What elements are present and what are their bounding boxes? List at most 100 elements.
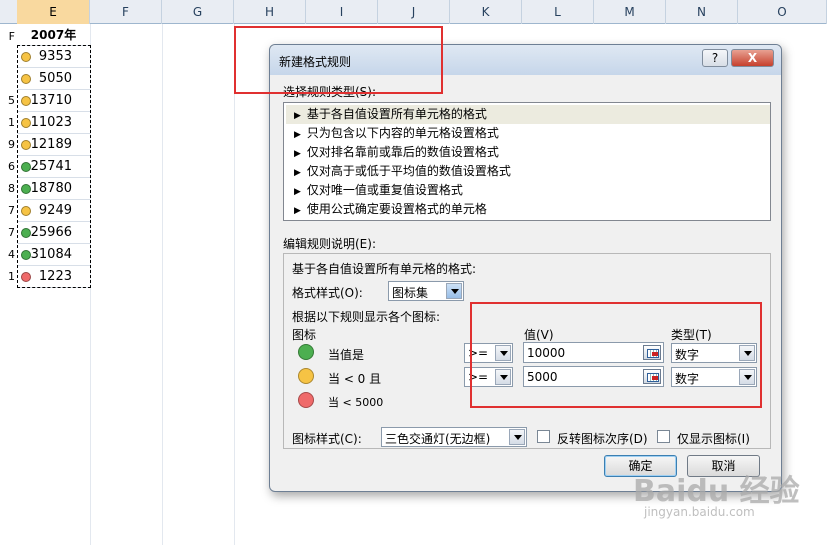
dialog-titlebar[interactable]: 新建格式规则 ? X: [270, 45, 781, 75]
cell-value: 25966: [30, 225, 72, 240]
column-header-l[interactable]: L: [522, 0, 594, 24]
rule-type-text: 仅对唯一值或重复值设置格式: [306, 183, 463, 197]
operator-select[interactable]: >=: [464, 343, 513, 363]
green-light-icon: [21, 228, 31, 238]
table-cell[interactable]: 11023: [17, 112, 90, 134]
table-cell[interactable]: 9353: [17, 46, 90, 68]
value-text: 10000: [527, 346, 566, 360]
format-style-select[interactable]: 图标集: [388, 281, 464, 301]
rule-type-text: 只为包含以下内容的单元格设置格式: [306, 126, 499, 140]
rule-type-item[interactable]: ▶ 仅对排名靠前或靠后的数值设置格式: [286, 143, 770, 162]
rule-type-item[interactable]: ▶ 基于各自值设置所有单元格的格式: [286, 105, 770, 124]
table-cell[interactable]: 13710: [17, 90, 90, 112]
cell-value: 13710: [30, 93, 72, 108]
red-light-icon: [21, 272, 31, 282]
triangle-right-icon: ▶: [294, 149, 301, 159]
rule-type-text: 仅对排名靠前或靠后的数值设置格式: [306, 145, 499, 159]
chevron-down-icon: [509, 429, 525, 445]
rule-type-text: 仅对高于或低于平均值的数值设置格式: [306, 164, 511, 178]
table-cell[interactable]: 25966: [17, 222, 90, 244]
rule-type-item[interactable]: ▶ 只为包含以下内容的单元格设置格式: [286, 124, 770, 143]
table-cell[interactable]: 5050: [17, 68, 90, 90]
rule-type-text: 使用公式确定要设置格式的单元格: [306, 202, 487, 216]
row-stub: 7: [8, 204, 15, 217]
rule-type-item[interactable]: ▶ 仅对唯一值或重复值设置格式: [286, 181, 770, 200]
column-header-g[interactable]: G: [162, 0, 234, 24]
grid-line: [234, 24, 235, 545]
rule-type-list[interactable]: ▶ 基于各自值设置所有单元格的格式 ▶ 只为包含以下内容的单元格设置格式 ▶ 仅对排名…: [283, 102, 771, 221]
table-cell[interactable]: 25741: [17, 156, 90, 178]
chevron-down-icon: [446, 283, 462, 299]
triangle-right-icon: ▶: [294, 168, 301, 178]
row-stub: 7: [8, 226, 15, 239]
value-input[interactable]: 5000: [523, 366, 664, 387]
column-header-k[interactable]: K: [450, 0, 522, 24]
baidu-watermark: Baidu 经验: [633, 474, 800, 509]
cell-header-2007[interactable]: 2007年: [17, 24, 90, 46]
show-icon-only-checkbox[interactable]: [657, 430, 670, 443]
format-style-label: 格式样式(O):: [292, 286, 363, 300]
column-header-h[interactable]: H: [234, 0, 306, 24]
red-light-icon[interactable]: [298, 392, 314, 408]
table-cell[interactable]: 9249: [17, 200, 90, 222]
row-stub: 1: [8, 116, 15, 129]
green-light-icon[interactable]: [298, 344, 314, 360]
triangle-right-icon: ▶: [294, 187, 301, 197]
range-picker-icon[interactable]: [643, 369, 661, 384]
cell-value: 9249: [38, 203, 72, 218]
new-format-rule-dialog: 新建格式规则 ? X 选择规则类型(S): ▶ 基于各自值设置所有单元格的格式 ▶…: [269, 44, 782, 492]
triangle-right-icon: ▶: [294, 206, 301, 216]
operator-select[interactable]: >=: [464, 367, 513, 387]
triangle-right-icon: ▶: [294, 111, 301, 121]
row-stub: 8: [8, 182, 15, 195]
type-select[interactable]: 数字: [671, 343, 757, 363]
cell-value: 25741: [30, 159, 72, 174]
rule-type-item[interactable]: ▶ 仅对高于或低于平均值的数值设置格式: [286, 162, 770, 181]
type-value: 数字: [675, 372, 700, 386]
edit-rule-label: 编辑规则说明(E):: [283, 237, 376, 251]
range-picker-icon[interactable]: [643, 345, 661, 360]
table-cell[interactable]: 1223: [17, 266, 90, 288]
reverse-order-label: 反转图标次序(D): [557, 432, 648, 446]
condition-text: 当值是: [328, 348, 365, 362]
description-title: 基于各自值设置所有单元格的格式:: [292, 262, 477, 276]
condition-text: 当 < 0 且: [328, 372, 382, 386]
column-header-f[interactable]: F: [90, 0, 162, 24]
green-light-icon: [21, 250, 31, 260]
row-stub: 4: [8, 248, 15, 261]
yellow-light-icon: [21, 140, 31, 150]
chevron-down-icon: [495, 369, 511, 385]
row-stub: 9: [8, 138, 15, 151]
value-input[interactable]: 10000: [523, 342, 664, 363]
row-stub: [0, 46, 17, 68]
column-header-i[interactable]: I: [306, 0, 378, 24]
operator-value: >=: [468, 346, 489, 360]
column-header-m[interactable]: M: [594, 0, 666, 24]
column-header-o[interactable]: O: [738, 0, 827, 24]
type-select[interactable]: 数字: [671, 367, 757, 387]
column-header-n[interactable]: N: [666, 0, 738, 24]
yellow-light-icon[interactable]: [298, 368, 314, 384]
table-cell[interactable]: 12189: [17, 134, 90, 156]
rule-description-panel: 基于各自值设置所有单元格的格式: 格式样式(O): 图标集 根据以下规则显示各个…: [283, 253, 771, 449]
row-stub: 6: [8, 160, 15, 173]
grid-line: [162, 24, 163, 545]
column-header-e[interactable]: E: [17, 0, 90, 24]
row-stub: 5: [8, 94, 15, 107]
help-button[interactable]: ?: [702, 49, 728, 67]
table-cell[interactable]: 31084: [17, 244, 90, 266]
close-button[interactable]: X: [731, 49, 774, 67]
icon-style-label: 图标样式(C):: [292, 432, 362, 446]
yellow-light-icon: [21, 118, 31, 128]
yellow-light-icon: [21, 74, 31, 84]
condition-text: 当 < 5000: [328, 396, 384, 409]
table-cell[interactable]: 18780: [17, 178, 90, 200]
reverse-order-checkbox[interactable]: [537, 430, 550, 443]
chevron-down-icon: [739, 345, 755, 361]
icon-style-select[interactable]: 三色交通灯(无边框): [381, 427, 527, 447]
baidu-watermark-url: jingyan.baidu.com: [644, 505, 755, 519]
value-column-label: 值(V): [524, 328, 554, 342]
rule-type-item[interactable]: ▶ 使用公式确定要设置格式的单元格: [286, 200, 770, 219]
cell-value: 11023: [30, 115, 72, 130]
column-header-j[interactable]: J: [378, 0, 450, 24]
